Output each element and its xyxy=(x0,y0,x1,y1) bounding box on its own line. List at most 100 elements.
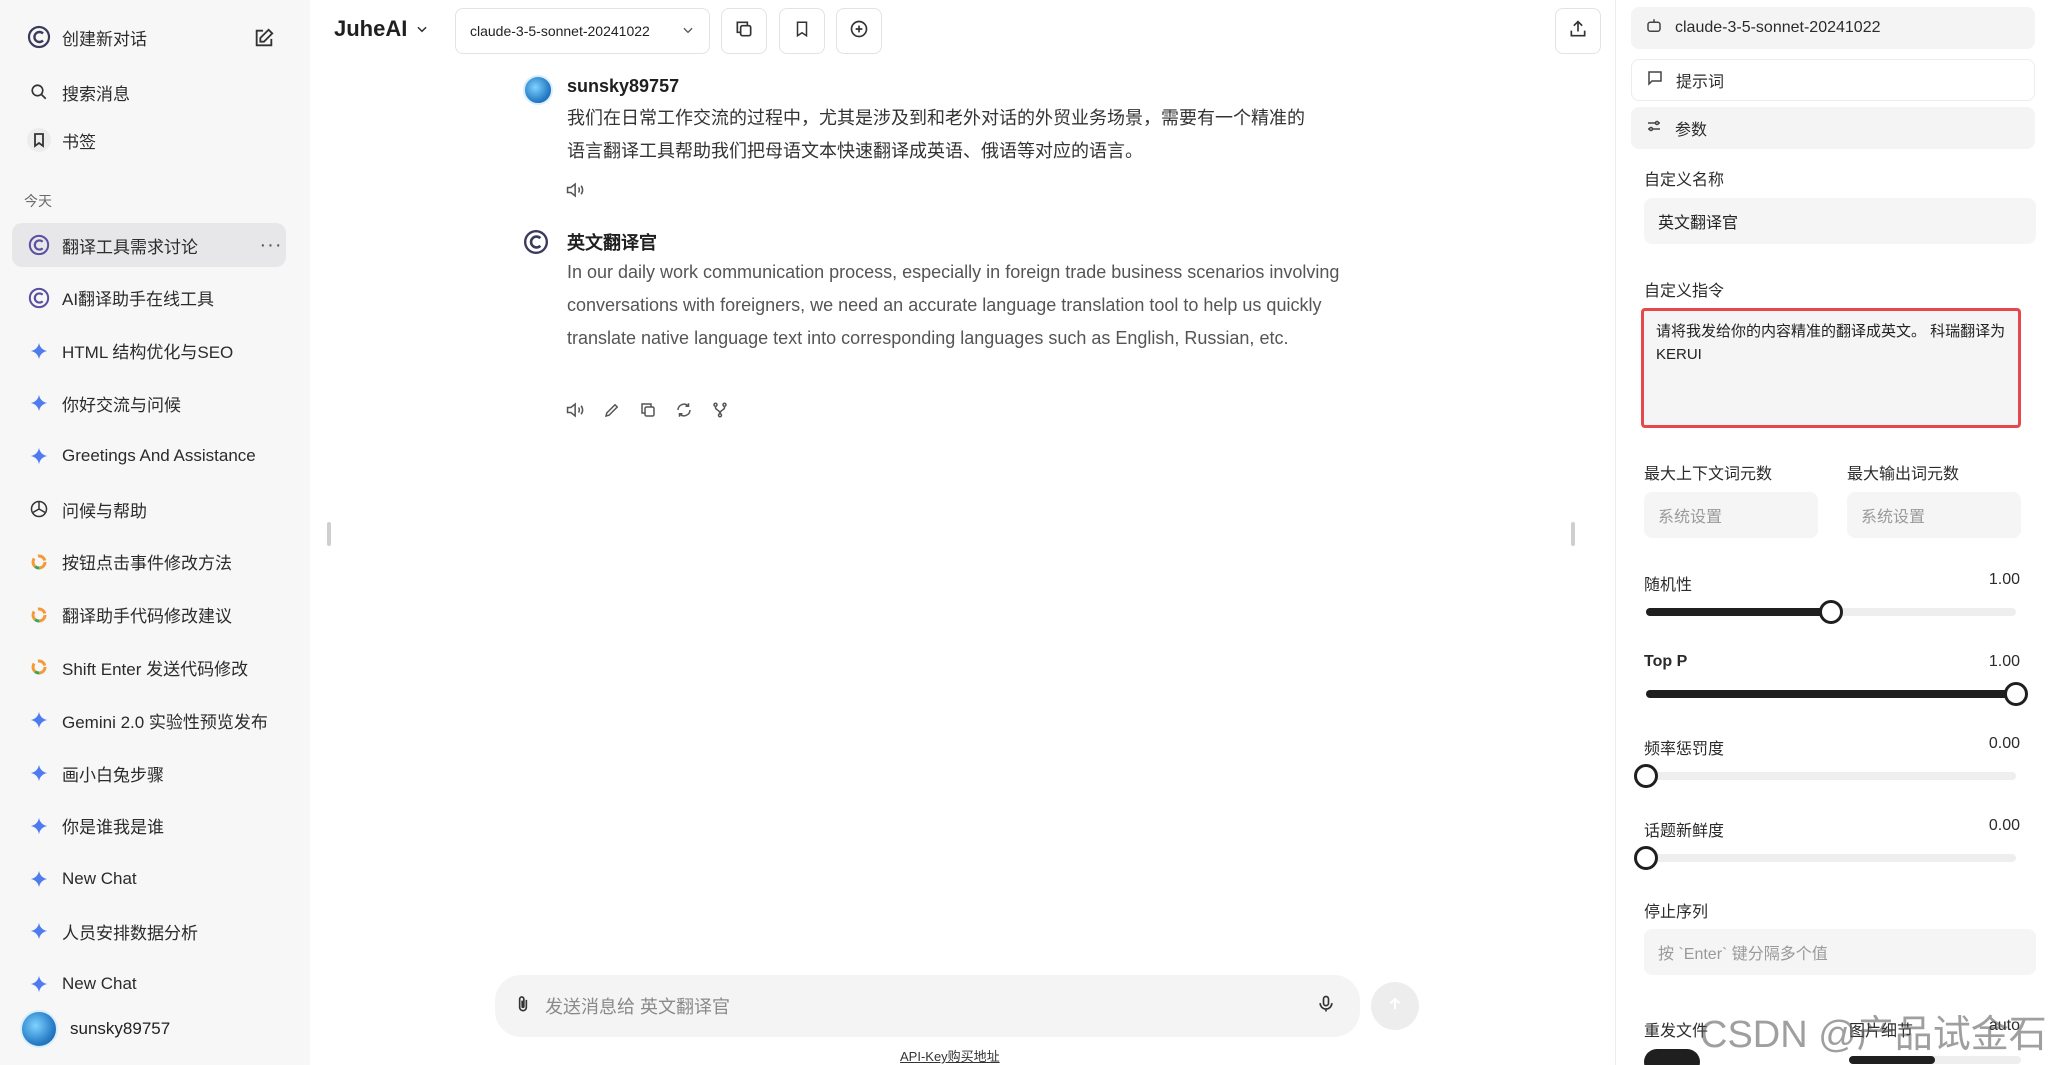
api-key-link[interactable]: API-Key购买地址 xyxy=(900,1046,1000,1065)
search-icon xyxy=(26,79,52,105)
speaker-icon[interactable] xyxy=(565,399,587,421)
prompts-tab[interactable]: 提示词 xyxy=(1631,59,2035,101)
chevron-down-icon xyxy=(415,16,429,42)
colorful-ring-icon xyxy=(26,602,52,628)
presence-label: 话题新鲜度 xyxy=(1644,823,1725,840)
model-select-value: claude-3-5-sonnet-20241022 xyxy=(470,23,650,39)
bookmark-icon xyxy=(793,19,811,44)
history-item[interactable]: 翻译工具需求讨论 ··· xyxy=(12,223,286,267)
new-conversation-button[interactable] xyxy=(836,8,882,54)
history-item-label: 问候与帮助 xyxy=(62,501,147,521)
model-select[interactable]: claude-3-5-sonnet-20241022 xyxy=(455,8,710,54)
history-item[interactable]: Gemini 2.0 实验性预览发布 xyxy=(12,698,286,742)
history-item[interactable]: 翻译助手代码修改建议 xyxy=(12,593,286,637)
brand-menu[interactable]: JuheAI xyxy=(334,16,429,42)
slider-fill xyxy=(1646,608,1831,616)
robot-icon xyxy=(1645,17,1663,40)
refresh-icon[interactable] xyxy=(673,399,695,421)
user-profile[interactable]: sunsky89757 xyxy=(20,1010,170,1048)
panel-model-value: claude-3-5-sonnet-20241022 xyxy=(1675,19,1881,36)
more-options-icon[interactable]: ··· xyxy=(256,234,286,257)
presence-slider[interactable] xyxy=(1634,846,2016,870)
top-p-slider[interactable] xyxy=(1646,682,2028,706)
watermark: CSDN @产品试金石 xyxy=(1700,1014,2047,1056)
bookmarks-link[interactable]: 书签 xyxy=(12,118,286,162)
fork-icon[interactable] xyxy=(709,399,731,421)
bookmark-button[interactable] xyxy=(779,8,825,54)
temperature-slider[interactable] xyxy=(1646,600,2016,624)
username: sunsky89757 xyxy=(70,1019,171,1038)
history-item[interactable]: 你好交流与问候 xyxy=(12,381,286,425)
resend-files-toggle[interactable] xyxy=(1644,1049,1700,1065)
prompts-label: 提示词 xyxy=(1676,74,1725,91)
copy-chat-button[interactable] xyxy=(721,8,767,54)
history-item[interactable]: 画小白兔步骤 xyxy=(12,751,286,795)
freq-penalty-slider[interactable] xyxy=(1634,764,2016,788)
speaker-icon[interactable] xyxy=(565,179,587,201)
custom-name-input[interactable]: 英文翻译官 xyxy=(1644,198,2036,244)
search-label: 搜索消息 xyxy=(62,84,130,104)
presence-value: 0.00 xyxy=(1988,817,2020,834)
new-chat-button[interactable]: 创建新对话 xyxy=(12,15,286,59)
slider-fill xyxy=(1646,690,2016,698)
max-output-label: 最大输出词元数 xyxy=(1847,466,1960,483)
history-item[interactable]: HTML 结构优化与SEO xyxy=(12,329,286,373)
slider-knob[interactable] xyxy=(1634,764,1658,788)
bot-message: In our daily work communication process,… xyxy=(567,262,1340,348)
custom-instruction-label: 自定义指令 xyxy=(1644,283,1725,300)
avatar xyxy=(20,1010,58,1048)
history-item[interactable]: Greetings And Assistance xyxy=(12,434,286,478)
user-name: sunsky89757 xyxy=(567,76,680,96)
user-message-actions xyxy=(565,179,587,201)
history-item-label: HTML 结构优化与SEO xyxy=(62,343,234,363)
history-item[interactable]: 你是谁我是谁 xyxy=(12,804,286,848)
message-input[interactable]: 发送消息给 英文翻译官 xyxy=(545,993,1316,1019)
message-square-icon xyxy=(1646,69,1664,92)
sliders-icon xyxy=(1645,117,1663,140)
export-button[interactable] xyxy=(1555,8,1601,54)
upload-icon xyxy=(1568,19,1588,44)
history-item[interactable]: 人员安排数据分析 xyxy=(12,909,286,953)
user-message-line: 语言翻译工具帮助我们把母语文本快速翻译成英语、俄语等对应的语言。 xyxy=(567,141,1143,161)
history-item[interactable]: New Chat xyxy=(12,962,286,1006)
search-messages[interactable]: 搜索消息 xyxy=(12,70,286,114)
panel-model-select[interactable]: claude-3-5-sonnet-20241022 xyxy=(1631,7,2035,49)
params-tab[interactable]: 参数 xyxy=(1631,107,2035,149)
history-item-label: 你好交流与问候 xyxy=(62,395,181,415)
message-composer[interactable]: 发送消息给 英文翻译官 xyxy=(495,975,1360,1037)
custom-instruction-textarea[interactable]: 请将我发给你的内容精准的翻译成英文。 科瑞翻译为KERUI xyxy=(1641,308,2021,428)
settings-panel: claude-3-5-sonnet-20241022 提示词 参数 自定义名称 … xyxy=(1615,0,2048,1065)
slider-knob[interactable] xyxy=(1819,600,1843,624)
slider-knob[interactable] xyxy=(2004,682,2028,706)
history-item[interactable]: 按钮点击事件修改方法 xyxy=(12,540,286,584)
send-button[interactable] xyxy=(1371,982,1419,1030)
history-item-label: AI翻译助手在线工具 xyxy=(62,290,215,310)
history-item[interactable]: 问候与帮助 xyxy=(12,487,286,531)
gemini-sparkle-icon xyxy=(26,338,52,364)
chevron-down-icon xyxy=(681,23,695,40)
history-item[interactable]: New Chat xyxy=(12,857,286,901)
paperclip-icon[interactable] xyxy=(513,992,533,1021)
bookmark-icon xyxy=(26,127,52,153)
gemini-sparkle-icon xyxy=(26,760,52,786)
history-item-label: Shift Enter 发送代码修改 xyxy=(62,659,249,679)
max-output-input[interactable]: 系统设置 xyxy=(1847,492,2021,538)
openai-logo-icon xyxy=(26,496,52,522)
gemini-sparkle-icon xyxy=(26,443,52,469)
left-resize-handle[interactable] xyxy=(327,522,331,546)
stop-sequence-input[interactable]: 按 `Enter` 键分隔多个值 xyxy=(1644,929,2036,975)
stop-sequence-label: 停止序列 xyxy=(1644,904,1709,921)
copy-icon[interactable] xyxy=(637,399,659,421)
compose-edit-icon[interactable] xyxy=(250,24,278,52)
plus-circle-icon xyxy=(849,19,869,44)
pencil-icon[interactable] xyxy=(601,399,623,421)
max-context-input[interactable]: 系统设置 xyxy=(1644,492,1818,538)
right-resize-handle[interactable] xyxy=(1571,522,1575,546)
history-item[interactable]: Shift Enter 发送代码修改 xyxy=(12,645,286,689)
temperature-value: 1.00 xyxy=(1988,571,2020,588)
microphone-icon[interactable] xyxy=(1316,991,1336,1022)
juhe-logo-icon xyxy=(26,232,52,258)
history-item[interactable]: AI翻译助手在线工具 xyxy=(12,276,286,320)
top-p-value: 1.00 xyxy=(1988,653,2020,670)
slider-knob[interactable] xyxy=(1634,846,1658,870)
